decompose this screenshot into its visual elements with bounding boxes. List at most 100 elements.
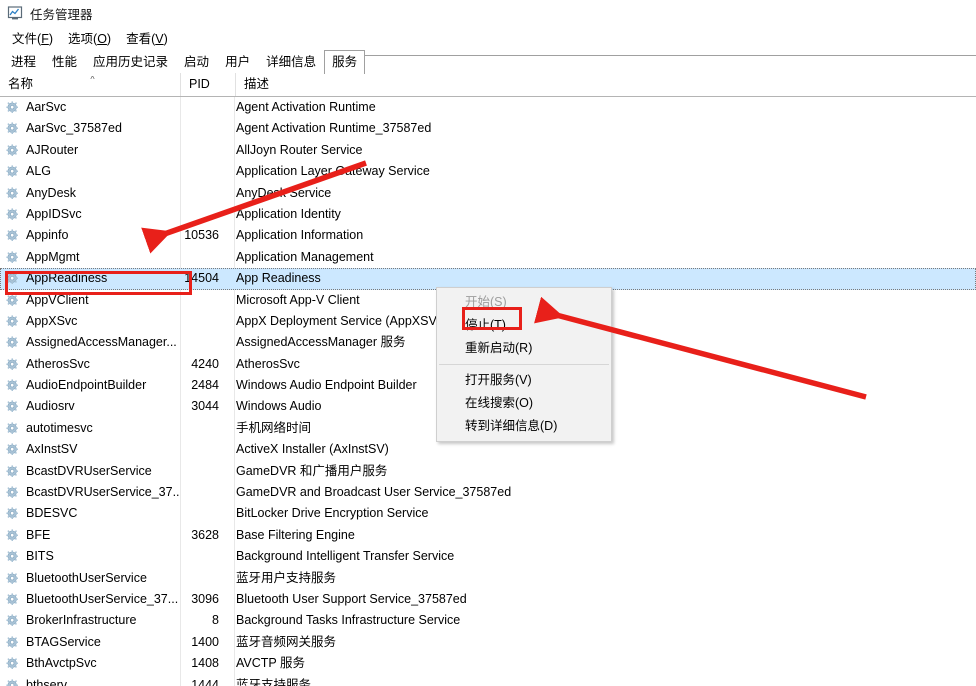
cell-pid	[180, 568, 235, 589]
table-row[interactable]: BTAGService 1400 蓝牙音频网关服务	[0, 632, 976, 653]
column-header-description[interactable]: 描述	[235, 73, 976, 96]
menu-view-mnemonic: V	[155, 31, 164, 46]
cell-description: Application Identity	[236, 206, 341, 221]
cell-pid	[180, 204, 235, 225]
service-name-label: BcastDVRUserService_37...	[26, 485, 180, 500]
tab-processes[interactable]: 进程	[3, 50, 44, 74]
cell-service-name: AnyDesk	[0, 183, 180, 204]
cell-service-name: BluetoothUserService_37...	[0, 589, 180, 610]
table-row[interactable]: ALG Application Layer Gateway Service	[0, 161, 976, 182]
service-name-label: BDESVC	[26, 506, 78, 521]
table-row[interactable]: AarSvc Agent Activation Runtime	[0, 97, 976, 118]
column-header-name[interactable]: 名称 ^	[0, 73, 180, 96]
context-menu-item[interactable]: 打开服务(V)	[437, 369, 611, 392]
tab-app-history[interactable]: 应用历史记录	[85, 50, 176, 74]
service-name-label: bthserv	[26, 677, 67, 686]
cell-service-name: AarSvc_37587ed	[0, 118, 180, 139]
cell-description: AnyDesk Service	[236, 185, 332, 200]
service-name-label: BTAGService	[26, 634, 101, 649]
table-row[interactable]: AppMgmt Application Management	[0, 247, 976, 268]
table-row[interactable]: BITS Background Intelligent Transfer Serv…	[0, 546, 976, 567]
cell-pid	[180, 332, 235, 353]
cell-pid	[180, 140, 235, 161]
cell-pid	[180, 183, 235, 204]
context-menu-item[interactable]: 转到详细信息(D)	[437, 415, 611, 438]
cell-service-name: AJRouter	[0, 140, 180, 161]
tab-services[interactable]: 服务	[324, 50, 366, 74]
cell-pid	[180, 161, 235, 182]
service-name-label: AudioEndpointBuilder	[26, 378, 147, 393]
service-name-label: BFE	[26, 527, 51, 542]
table-row[interactable]: BrokerInfrastructure 8 Background Tasks In…	[0, 610, 976, 631]
context-menu-item[interactable]: 停止(T)	[437, 314, 611, 337]
table-row[interactable]: BcastDVRUserService_37... GameDVR and Bro…	[0, 482, 976, 503]
tab-users[interactable]: 用户	[217, 50, 258, 74]
table-row[interactable]: BFE 3628 Base Filtering Engine	[0, 525, 976, 546]
column-header-name-label: 名称	[8, 77, 34, 91]
tab-details[interactable]: 详细信息	[258, 50, 324, 74]
cell-pid: 10536	[184, 228, 219, 243]
service-name-label: AppIDSvc	[26, 206, 82, 221]
table-row[interactable]: AarSvc_37587ed Agent Activation Runtime_3…	[0, 118, 976, 139]
table-row[interactable]: BluetoothUserService 蓝牙用户支持服务	[0, 568, 976, 589]
cell-description: Background Intelligent Transfer Service	[236, 549, 455, 564]
menu-options-label: 选项	[68, 31, 94, 46]
cell-description: Agent Activation Runtime	[236, 100, 376, 114]
cell-pid	[180, 97, 235, 118]
context-menu-item[interactable]: 重新启动(R)	[437, 337, 611, 360]
cell-service-name: BthAvctpSvc	[0, 653, 180, 674]
cell-service-name: BcastDVRUserService	[0, 461, 180, 482]
table-row[interactable]: BluetoothUserService_37... 3096 Bluetooth …	[0, 589, 976, 610]
table-row[interactable]: BthAvctpSvc 1408 AVCTP 服务	[0, 653, 976, 674]
table-row[interactable]: BDESVC BitLocker Drive Encryption Service	[0, 503, 976, 524]
tab-performance[interactable]: 性能	[44, 50, 85, 74]
cell-pid: 4240	[191, 356, 219, 371]
cell-pid	[180, 546, 235, 567]
context-menu-item[interactable]: 在线搜索(O)	[437, 392, 611, 415]
table-row[interactable]: AxInstSV ActiveX Installer (AxInstSV)	[0, 439, 976, 460]
cell-description: AllJoyn Router Service	[236, 142, 363, 157]
service-name-label: BluetoothUserService	[26, 570, 147, 585]
cell-service-name: BITS	[0, 546, 180, 567]
window-title: 任务管理器	[30, 7, 93, 22]
menu-file[interactable]: 文件(F)	[6, 26, 62, 49]
cell-pid	[180, 439, 235, 460]
cell-description: Application Information	[236, 228, 364, 243]
service-name-label: BITS	[26, 549, 54, 564]
service-context-menu[interactable]: 开始(S) 停止(T) 重新启动(R) 打开服务(V) 在线搜索(O) 转到详细信息(D)	[436, 287, 612, 442]
service-name-label: AtherosSvc	[26, 356, 90, 371]
service-name-label: ALG	[26, 164, 52, 179]
title-bar: 任务管理器	[0, 0, 976, 26]
cell-description: GameDVR 和广播用户服务	[236, 463, 388, 478]
cell-pid: 1444	[191, 677, 219, 686]
cell-pid	[180, 461, 235, 482]
table-row[interactable]: Appinfo 10536 Application Information	[0, 225, 976, 246]
table-row[interactable]: AppIDSvc Application Identity	[0, 204, 976, 225]
cell-description: Application Management	[236, 249, 374, 264]
table-row[interactable]: bthserv 1444 蓝牙支持服务	[0, 675, 976, 686]
cell-description: GameDVR and Broadcast User Service_37587…	[236, 485, 512, 500]
cell-service-name: AppReadiness	[0, 268, 180, 289]
menu-view[interactable]: 查看(V)	[120, 26, 177, 49]
table-row[interactable]: BcastDVRUserService GameDVR 和广播用户服务	[0, 461, 976, 482]
service-name-label: AnyDesk	[26, 185, 77, 200]
cell-description: Agent Activation Runtime_37587ed	[236, 121, 432, 136]
cell-service-name: Appinfo	[0, 225, 180, 246]
menu-options[interactable]: 选项(O)	[62, 26, 120, 49]
cell-description: AVCTP 服务	[236, 656, 305, 671]
sort-ascending-icon: ^	[90, 76, 95, 82]
cell-pid: 3044	[191, 399, 219, 414]
cell-service-name: BluetoothUserService	[0, 568, 180, 589]
menu-file-label: 文件	[12, 31, 38, 46]
cell-description: 蓝牙用户支持服务	[236, 570, 337, 585]
context-menu-item: 开始(S)	[465, 295, 507, 309]
cell-description: 蓝牙支持服务	[236, 677, 312, 686]
table-row[interactable]: AJRouter AllJoyn Router Service	[0, 140, 976, 161]
context-menu-separator	[439, 364, 609, 365]
cell-service-name: autotimesvc	[0, 418, 180, 439]
cell-description: Bluetooth User Support Service_37587ed	[236, 591, 467, 606]
table-row[interactable]: AnyDesk AnyDesk Service	[0, 183, 976, 204]
column-header-pid[interactable]: PID	[180, 73, 235, 96]
tab-startup[interactable]: 启动	[176, 50, 217, 74]
cell-pid	[180, 247, 235, 268]
